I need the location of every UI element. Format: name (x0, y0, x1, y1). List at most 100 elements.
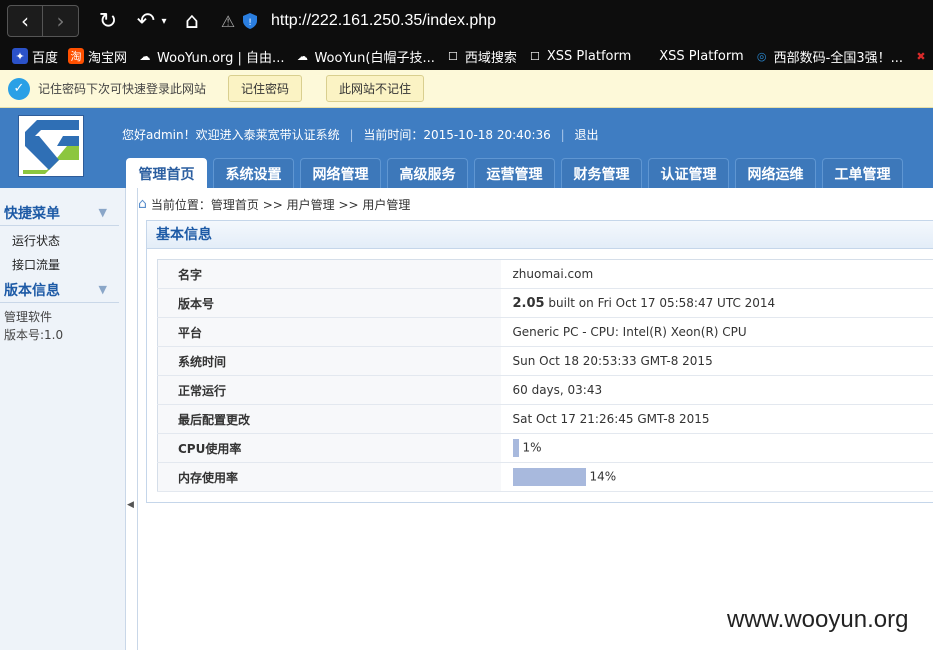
logout-link[interactable]: 退出 (574, 128, 598, 142)
bookmarks-bar: ✦ 百度淘淘宝网 ☁ WooYun.org | 自由... ☁ WooYun(白帽子技..… (0, 42, 933, 70)
forward-button[interactable]: › (43, 5, 79, 37)
bookmark-item[interactable]: ☐ 西域搜索 (445, 47, 517, 66)
password-bar-message: 记住密码下次可快速登录此网站 (38, 82, 207, 96)
bookmark-label: XSS Platform (659, 48, 744, 64)
nav-tab[interactable]: 网络管理 (300, 158, 381, 188)
undo-dropdown-icon[interactable]: ▾ (159, 16, 169, 27)
remember-password-button[interactable]: 记住密码 (228, 75, 303, 102)
table-row: CPU使用率 1% (157, 433, 933, 463)
row-value: Sat Oct 17 21:26:45 GMT-8 2015 (500, 404, 933, 434)
row-label: 名字 (157, 259, 501, 289)
panel-title: 基本信息 (147, 221, 933, 249)
table-row: 平台 Generic PC - CPU: Intel(R) Xeon(R) CPU (157, 317, 933, 347)
version-info-body: 管理软件 版本号:1.0 (0, 308, 125, 344)
splitter (137, 188, 138, 650)
page-icon: ☐ (529, 49, 540, 63)
row-label: 最后配置更改 (157, 404, 501, 434)
bookmark-label: XSS Platform (546, 48, 632, 64)
breadcrumb-text: 当前位置：管理首页 >> 用户管理 >> 用户管理 (150, 197, 411, 212)
row-value-text: Generic PC - CPU: Intel(R) Xeon(R) CPU (512, 325, 747, 339)
main-nav: 管理首页 系统设置 网络管理 高级服务 运营管理 财务管理 认证管理 网络运维 工单管理 (126, 158, 909, 188)
sidebar-item-run-status[interactable]: 运行状态 (0, 229, 125, 253)
red-icon: ✖ (916, 49, 926, 63)
cloud-icon: ☁ (139, 49, 151, 63)
bookmark-item[interactable]: ☐ XSS Platform (527, 48, 631, 64)
collapse-sidebar-icon[interactable]: ◀ (127, 500, 137, 514)
chevron-down-icon: ▼ (98, 283, 107, 296)
logo (18, 115, 84, 177)
quick-menu-title: 快捷菜单 (4, 205, 60, 222)
bookmark-label: 百度 (32, 50, 59, 66)
table-row: 系统时间 Sun Oct 18 20:53:33 GMT-8 2015 (157, 346, 933, 376)
password-save-bar: ✓ 记住密码下次可快速登录此网站 记住密码 此网站不记住 (0, 70, 933, 108)
row-label: 正常运行 (157, 375, 501, 405)
current-time: 当前时间：2015-10-18 20:40:36 (363, 128, 551, 142)
table-row: 名字 zhuomai.com (157, 259, 933, 289)
home-icon: ⌂ (138, 196, 147, 212)
separator: | (349, 128, 354, 142)
nav-tab[interactable]: 系统设置 (213, 158, 294, 188)
cloud-icon: ☁ (296, 49, 308, 63)
bookmark-item[interactable]: ☁ WooYun.org | 自由... (137, 47, 285, 66)
taobao-icon: 淘 (68, 48, 85, 64)
paw-icon: ✦ (12, 48, 28, 64)
forward-arrow-icon: › (56, 9, 65, 33)
lightning-icon: ⚠ (220, 11, 236, 31)
table-row: 版本号 2.05 built on Fri Oct 17 05:58:47 UTC… (157, 288, 933, 318)
usage-bar (512, 468, 586, 486)
software-name: 管理软件 (4, 310, 53, 324)
nav-tab[interactable]: 管理首页 (126, 158, 207, 188)
quick-menu-list: 运行状态 接口流量 (0, 229, 125, 277)
bookmark-item[interactable]: ☁ WooYun(白帽子技... (294, 47, 435, 66)
breadcrumb: ⌂ 当前位置：管理首页 >> 用户管理 >> 用户管理 (138, 193, 410, 215)
usage-bar (512, 439, 519, 457)
version-bold: 2.05 (512, 295, 545, 311)
nav-tab[interactable]: 网络运维 (735, 158, 816, 188)
page-icon: ☐ (447, 49, 458, 63)
basic-info-panel: 基本信息 名字 zhuomai.com 版本号 2.05 built on Fri O… (146, 220, 933, 503)
sidebar: 快捷菜单 ▼ 运行状态 接口流量 版本信息 ▼ 管理软件 版本号:1.0 (0, 188, 126, 650)
back-button[interactable]: ‹ (7, 5, 43, 37)
row-value: Generic PC - CPU: Intel(R) Xeon(R) CPU (500, 317, 933, 347)
shield-icon[interactable]: ! (241, 13, 259, 29)
bookmark-item[interactable]: ✖社 (913, 47, 933, 66)
row-value-text: built on Fri Oct 17 05:58:47 UTC 2014 (544, 295, 776, 310)
table-row: 内存使用率 14% (157, 462, 933, 492)
nav-tab[interactable]: 运营管理 (474, 158, 555, 188)
bookmark-label: WooYun.org | 自由... (157, 50, 285, 66)
chevron-down-icon: ▼ (98, 206, 107, 219)
globe-icon: ◎ (756, 49, 767, 63)
separator: | (560, 128, 565, 142)
bookmark-item[interactable]: 淘淘宝网 (68, 47, 127, 66)
home-icon[interactable]: ⌂ (179, 9, 205, 34)
nav-tab[interactable]: 认证管理 (648, 158, 729, 188)
watermark: www.wooyun.org (727, 606, 909, 633)
row-value: 2.05 built on Fri Oct 17 05:58:47 UTC 20… (500, 288, 933, 318)
browser-toolbar: ‹ › ↻ ↶ ▾ ⌂ ⚠ ! http://222.161.250.35/in… (0, 0, 933, 42)
svg-text:!: ! (248, 18, 252, 28)
bookmark-item[interactable]: ◎ 西部数码-全国3强！... (754, 47, 903, 66)
sidebar-item-interface-traffic[interactable]: 接口流量 (0, 253, 125, 277)
back-arrow-icon: ‹ (21, 9, 29, 33)
nav-tab[interactable]: 工单管理 (822, 158, 903, 188)
version-info-header[interactable]: 版本信息 ▼ (0, 277, 119, 303)
bookmark-item[interactable]: XSS Platform (659, 49, 743, 64)
welcome-text: 您好admin！欢迎进入泰莱宽带认证系统 (122, 128, 340, 142)
bookmark-item[interactable]: ✦ 百度 (12, 47, 58, 66)
row-label: 版本号 (157, 288, 501, 318)
quick-menu-header[interactable]: 快捷菜单 ▼ (0, 200, 119, 226)
info-table: 名字 zhuomai.com 版本号 2.05 built on Fri Oct 17… (157, 259, 933, 492)
row-value: zhuomai.com (500, 259, 933, 289)
reload-icon[interactable]: ↻ (95, 9, 121, 34)
nav-tab[interactable]: 财务管理 (561, 158, 642, 188)
bookmark-label: 西部数码-全国3强！... (773, 50, 903, 66)
address-bar[interactable]: http://222.161.250.35/index.php (271, 12, 496, 30)
row-value: 1% (500, 433, 933, 463)
undo-icon[interactable]: ↶ (133, 9, 159, 34)
row-label: CPU使用率 (157, 433, 501, 463)
row-value: 60 days, 03:43 (500, 375, 933, 405)
version-number: 版本号:1.0 (4, 328, 64, 342)
never-remember-button[interactable]: 此网站不记住 (326, 75, 425, 102)
bookmark-label: 西域搜索 (464, 50, 517, 66)
nav-tab[interactable]: 高级服务 (387, 158, 468, 188)
